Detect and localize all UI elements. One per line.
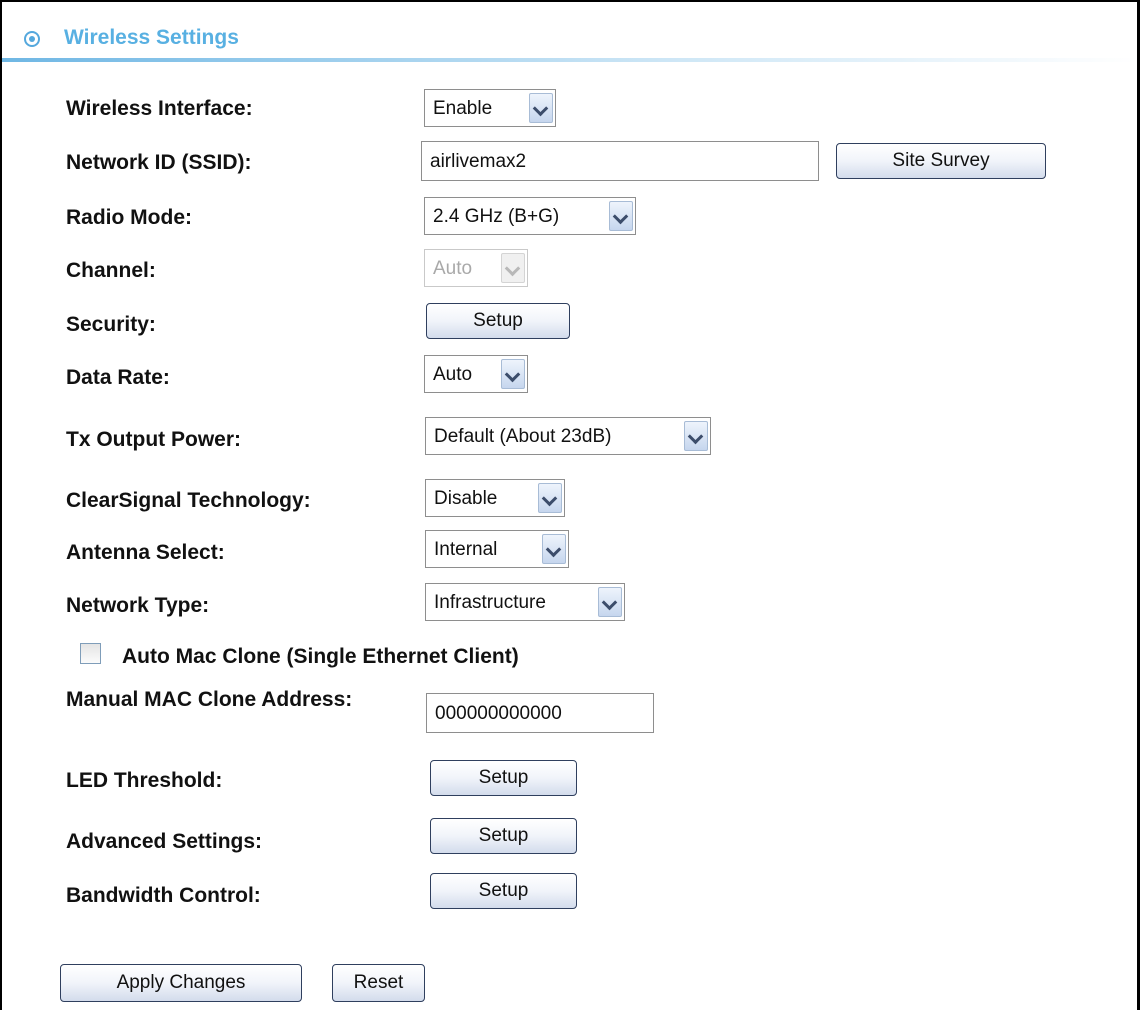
auto-mac-clone-checkbox[interactable]	[80, 643, 101, 664]
chevron-down-icon[interactable]	[529, 93, 553, 123]
radio-mode-label: Radio Mode:	[66, 206, 192, 229]
auto-mac-clone-label: Auto Mac Clone (Single Ethernet Client)	[122, 645, 519, 668]
ssid-value: airlivemax2	[430, 151, 527, 172]
clearsignal-value: Disable	[434, 488, 498, 509]
chevron-down-icon[interactable]	[542, 534, 566, 564]
data-rate-label: Data Rate:	[66, 366, 170, 389]
tx-output-power-value: Default (About 23dB)	[434, 426, 612, 447]
clearsignal-select[interactable]: Disable	[425, 479, 565, 517]
apply-changes-button[interactable]: Apply Changes	[60, 964, 302, 1002]
security-setup-button[interactable]: Setup	[426, 303, 570, 339]
security-label: Security:	[66, 313, 156, 336]
bandwidth-control-setup-button[interactable]: Setup	[430, 873, 577, 909]
channel-label: Channel:	[66, 259, 156, 282]
antenna-select-label: Antenna Select:	[66, 541, 225, 564]
radio-mode-value: 2.4 GHz (B+G)	[433, 206, 560, 227]
data-rate-select[interactable]: Auto	[424, 355, 528, 393]
chevron-down-icon[interactable]	[609, 201, 633, 231]
chevron-down-icon[interactable]	[501, 359, 525, 389]
channel-value: Auto	[433, 258, 473, 279]
ssid-label: Network ID (SSID):	[66, 151, 252, 174]
ssid-input[interactable]: airlivemax2	[421, 141, 819, 181]
channel-select: Auto	[424, 249, 528, 287]
wireless-interface-value: Enable	[433, 98, 493, 119]
network-type-select[interactable]: Infrastructure	[425, 583, 625, 621]
manual-mac-clone-value: 000000000000	[435, 703, 562, 724]
data-rate-value: Auto	[433, 364, 473, 385]
section-header: Wireless Settings	[2, 2, 1137, 64]
tx-output-power-select[interactable]: Default (About 23dB)	[425, 417, 711, 455]
chevron-down-icon[interactable]	[598, 587, 622, 617]
antenna-select[interactable]: Internal	[425, 530, 569, 568]
led-threshold-setup-button[interactable]: Setup	[430, 760, 577, 796]
radio-mode-select[interactable]: 2.4 GHz (B+G)	[424, 197, 636, 235]
reset-button[interactable]: Reset	[332, 964, 425, 1002]
header-underline	[2, 58, 1137, 62]
network-type-value: Infrastructure	[434, 592, 546, 613]
site-survey-button[interactable]: Site Survey	[836, 143, 1046, 179]
advanced-settings-label: Advanced Settings:	[66, 830, 263, 853]
frame-left-border	[0, 0, 2, 1010]
manual-mac-clone-label: Manual MAC Clone Address:	[66, 688, 353, 711]
wireless-interface-select[interactable]: Enable	[424, 89, 556, 127]
advanced-settings-setup-button[interactable]: Setup	[430, 818, 577, 854]
tx-output-power-label: Tx Output Power:	[66, 428, 241, 451]
bandwidth-control-label: Bandwidth Control:	[66, 884, 261, 907]
antenna-select-value: Internal	[434, 539, 498, 560]
led-threshold-label: LED Threshold:	[66, 769, 223, 792]
target-icon	[24, 31, 40, 47]
network-type-label: Network Type:	[66, 594, 210, 617]
page-title: Wireless Settings	[64, 26, 239, 49]
chevron-down-icon[interactable]	[538, 483, 562, 513]
wireless-interface-label: Wireless Interface:	[66, 97, 253, 120]
chevron-down-icon	[501, 253, 525, 283]
manual-mac-clone-input[interactable]: 000000000000	[426, 693, 654, 733]
chevron-down-icon[interactable]	[684, 421, 708, 451]
clearsignal-label: ClearSignal Technology:	[66, 489, 311, 512]
